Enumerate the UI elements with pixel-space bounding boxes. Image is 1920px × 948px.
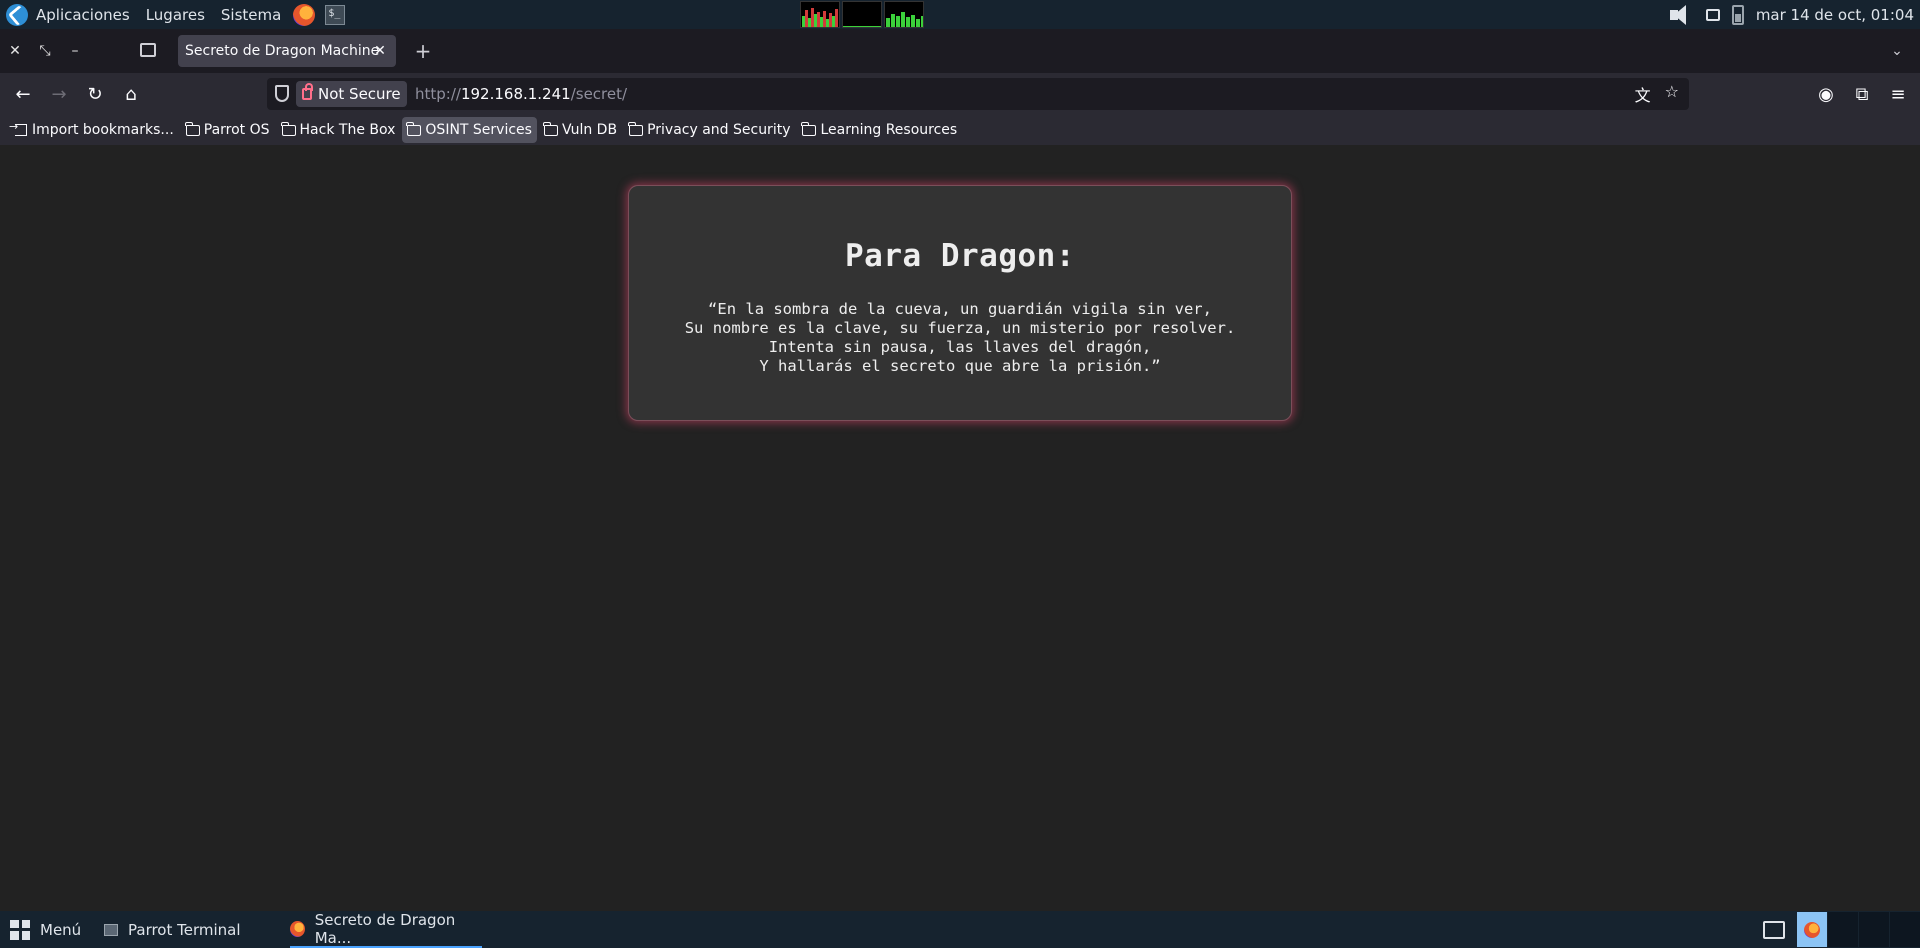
account-icon[interactable]: ◉ [1812,80,1840,108]
task-parrot-terminal[interactable]: Parrot Terminal [104,911,241,948]
insecure-lock-icon [302,83,313,100]
bookmark-folder-hack-the-box[interactable]: Hack The Box [277,117,401,143]
terminal-icon [104,923,118,936]
back-button[interactable]: ← [9,80,37,108]
bookmarks-toolbar: Import bookmarks... Parrot OS Hack The B… [0,115,1920,145]
new-tab-button[interactable]: + [410,38,436,64]
hamburger-menu-icon[interactable]: ≡ [1884,80,1912,108]
cpu-graph [800,1,840,28]
minimize-window-button[interactable]: – [60,36,90,66]
extensions-icon[interactable]: ⧉ [1848,80,1876,108]
page-content: Para Dragon: “En la sombra de la cueva, … [0,145,1920,911]
bookmark-folder-parrot-os[interactable]: Parrot OS [181,117,275,143]
bookmark-label: Learning Resources [820,122,958,138]
menu-sistema[interactable]: Sistema [213,0,289,29]
menu-lugares[interactable]: Lugares [138,0,213,29]
bookmark-import[interactable]: Import bookmarks... [9,117,179,143]
terminal-launcher-icon[interactable]: $_ [325,4,346,25]
network-graph-bars [886,12,923,27]
folder-icon [406,121,422,136]
system-monitor[interactable] [800,1,924,28]
poem-line: “En la sombra de la cueva, un guardián v… [708,300,1212,318]
bookmark-label: Hack The Box [299,122,396,138]
workspace-3[interactable] [1859,912,1889,947]
bookmark-folder-osint-services[interactable]: OSINT Services [402,117,537,143]
top-panel: Aplicaciones Lugares Sistema $_ mar 14 d… [0,0,1920,29]
page-heading: Para Dragon: [845,238,1075,274]
forward-button[interactable]: → [45,80,73,108]
tab-secreto-de-dragon[interactable]: Secreto de Dragon Machine ✕ [178,35,396,67]
navigation-bar: ← → ↻ ⌂ Not Secure http://192.168.1.241/… [0,73,1920,115]
home-button[interactable]: ⌂ [117,80,145,108]
clock[interactable]: mar 14 de oct, 01:04 [1756,6,1914,24]
taskbar-tray [1763,911,1920,948]
url-scheme: http:// [415,85,461,103]
folder-icon [801,121,817,136]
firefox-launcher-icon[interactable] [293,3,316,26]
folder-icon [184,121,200,136]
bookmark-label: Parrot OS [203,122,270,138]
url-bar[interactable]: Not Secure http://192.168.1.241/secret/ … [267,78,1689,110]
translate-icon[interactable]: 文 [1635,82,1651,106]
bookmark-label: Import bookmarks... [32,122,174,138]
poem-line: Su nombre es la clave, su fuerza, un mis… [684,319,1236,337]
close-window-button[interactable]: ✕ [0,36,30,66]
folder-icon [280,121,296,136]
folder-icon [542,121,558,136]
url-text[interactable]: http://192.168.1.241/secret/ [415,78,627,110]
bookmark-label: OSINT Services [425,122,532,138]
not-secure-label: Not Secure [318,85,401,103]
tab-title: Secreto de Dragon Machine [185,43,380,59]
url-bar-actions: 文 ☆ [1635,82,1679,106]
tab-close-icon[interactable]: ✕ [370,41,390,61]
secret-card: Para Dragon: “En la sombra de la cueva, … [628,185,1292,421]
bookmark-folder-privacy-and-security[interactable]: Privacy and Security [624,117,795,143]
import-icon [9,120,27,136]
menu-label: Menú [40,920,82,939]
parrot-logo-icon[interactable] [6,3,28,26]
menu-aplicaciones[interactable]: Aplicaciones [28,0,138,29]
display-icon[interactable] [1705,8,1720,21]
volume-icon[interactable] [1668,4,1694,26]
restore-window-button[interactable]: ⤡ [30,36,60,66]
folder-icon [628,121,644,136]
bookmark-folder-vuln-db[interactable]: Vuln DB [539,117,622,143]
poem: “En la sombra de la cueva, un guardián v… [629,300,1291,376]
bookmark-star-icon[interactable]: ☆ [1665,82,1679,106]
bookmark-label: Privacy and Security [647,122,791,138]
task-label: Secreto de Dragon Ma... [314,910,456,947]
network-status-icon[interactable] [1763,920,1785,939]
bookmark-label: Vuln DB [561,122,618,138]
apps-grid-icon [10,919,30,940]
site-security-indicator[interactable]: Not Secure [296,81,407,107]
url-path: /secret/ [570,85,628,103]
poem-line: Y hallarás el secreto que abre la prisió… [759,357,1161,375]
url-host: 192.168.1.241 [460,85,571,103]
workspace-4[interactable] [1890,912,1920,947]
bottom-taskbar: Menú Parrot Terminal Secreto de Dragon M… [0,911,1920,948]
menu-button[interactable]: Menú [10,911,81,948]
workspace-1[interactable] [1797,912,1827,947]
firefox-icon [1804,921,1820,938]
memory-graph [842,1,882,28]
memory-graph-bars [843,26,881,27]
reload-button[interactable]: ↻ [81,80,109,108]
list-all-tabs-chevron-icon[interactable]: ⌄ [1884,38,1910,64]
tracking-protection-shield-icon[interactable] [275,85,289,102]
firefox-icon [290,920,305,937]
toolbar-right: ◉ ⧉ ≡ [1812,80,1912,108]
workspace-2[interactable] [1828,912,1858,947]
cpu-graph-bars [802,8,838,27]
task-label: Parrot Terminal [128,920,241,939]
battery-icon[interactable] [1731,4,1744,25]
system-tray: mar 14 de oct, 01:04 [1668,0,1914,29]
bookmark-folder-learning-resources[interactable]: Learning Resources [797,117,962,143]
poem-line: Intenta sin pausa, las llaves del dragón… [768,338,1152,356]
task-firefox[interactable]: Secreto de Dragon Ma... [290,911,482,948]
network-graph [884,1,924,28]
firefox-view-icon[interactable] [140,43,156,57]
